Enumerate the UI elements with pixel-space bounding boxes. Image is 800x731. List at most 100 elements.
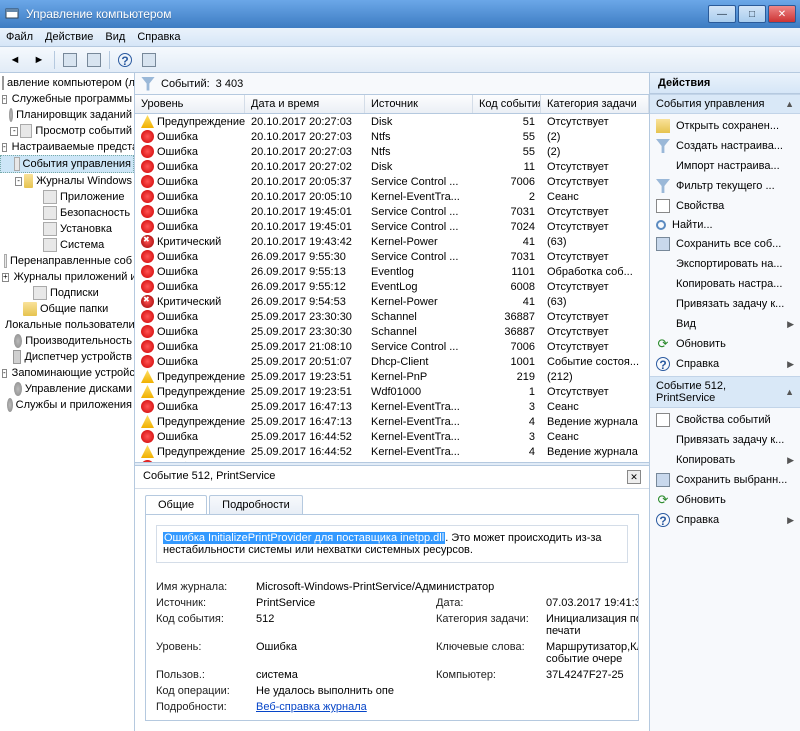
event-row[interactable]: Ошибка20.10.2017 20:27:03Ntfs55(2) (135, 129, 649, 144)
actions-section-2[interactable]: Событие 512, PrintService▲ (650, 376, 800, 408)
event-row[interactable]: Критический26.09.2017 9:54:53Kernel-Powe… (135, 294, 649, 309)
tree-item[interactable]: +Журналы приложений и сл (0, 269, 134, 285)
col-category[interactable]: Категория задачи (541, 95, 649, 113)
action-label: Справка (676, 358, 719, 370)
back-button[interactable]: ◄ (4, 49, 26, 71)
event-row[interactable]: Критический20.10.2017 19:43:42Kernel-Pow… (135, 234, 649, 249)
tree-toggle-icon[interactable]: - (2, 369, 7, 378)
forward-button[interactable]: ► (28, 49, 50, 71)
col-source[interactable]: Источник (365, 95, 473, 113)
menu-action[interactable]: Действие (45, 31, 93, 43)
event-row[interactable]: Ошибка20.10.2017 20:27:02Disk11Отсутству… (135, 159, 649, 174)
action-item[interactable]: Сохранить выбранн... (650, 470, 800, 490)
tool-icon[interactable] (138, 49, 160, 71)
grid-header[interactable]: Уровень Дата и время Источник Код событи… (135, 95, 649, 114)
event-row[interactable]: Ошибка26.09.2017 9:55:12EventLog6008Отсу… (135, 279, 649, 294)
tree-item[interactable]: -Настраиваемые представл (0, 139, 134, 155)
tree-item[interactable]: Управление дисками (0, 381, 134, 397)
tree-item[interactable]: -Запоминающие устройства (0, 365, 134, 381)
navigation-tree[interactable]: авление компьютером (локальн-Служебные п… (0, 73, 135, 731)
action-item[interactable]: ?Справка▶ (650, 354, 800, 374)
tree-toggle-icon[interactable]: + (2, 273, 9, 282)
col-code[interactable]: Код события (473, 95, 541, 113)
event-row[interactable]: Предупреждение20.10.2017 20:27:03Disk51О… (135, 114, 649, 129)
event-row[interactable]: Предупреждение25.09.2017 16:44:52Kernel-… (135, 444, 649, 459)
event-row[interactable]: Ошибка25.09.2017 23:30:30Schannel36887От… (135, 309, 649, 324)
menu-view[interactable]: Вид (105, 31, 125, 43)
menu-help[interactable]: Справка (137, 31, 180, 43)
menu-file[interactable]: Файл (6, 31, 33, 43)
action-item[interactable]: ?Справка▶ (650, 510, 800, 530)
save-icon (656, 237, 670, 251)
tree-item[interactable]: Система (0, 237, 134, 253)
event-row[interactable]: Ошибка26.09.2017 9:55:13Eventlog1101Обра… (135, 264, 649, 279)
refresh-icon: ⟳ (656, 493, 670, 507)
tab-general[interactable]: Общие (145, 495, 207, 514)
event-row[interactable]: Предупреждение25.09.2017 16:47:13Kernel-… (135, 414, 649, 429)
action-item[interactable]: Копировать настра... (650, 274, 800, 294)
actions-section-1[interactable]: События управления▲ (650, 94, 800, 114)
event-row[interactable]: Ошибка20.10.2017 20:05:37Service Control… (135, 174, 649, 189)
action-item[interactable]: Привязать задачу к... (650, 430, 800, 450)
action-item[interactable]: Импорт настраива... (650, 156, 800, 176)
tree-item[interactable]: Установка (0, 221, 134, 237)
event-row[interactable]: Ошибка25.09.2017 23:30:30Schannel36887От… (135, 324, 649, 339)
tool-icon[interactable] (59, 49, 81, 71)
tree-toggle-icon[interactable]: - (2, 143, 7, 152)
event-grid[interactable]: Предупреждение20.10.2017 20:27:03Disk51О… (135, 114, 649, 462)
tree-item[interactable]: Перенаправленные соб (0, 253, 134, 269)
action-item[interactable]: Вид▶ (650, 314, 800, 334)
action-item[interactable]: Свойства событий (650, 410, 800, 430)
tree-item[interactable]: Безопасность (0, 205, 134, 221)
tree-item[interactable]: Общие папки (0, 301, 134, 317)
action-label: Открыть сохранен... (676, 120, 779, 132)
tree-item[interactable]: Диспетчер устройств (0, 349, 134, 365)
maximize-button[interactable]: □ (738, 5, 766, 23)
col-level[interactable]: Уровень (135, 95, 245, 113)
tree-item[interactable]: Производительность (0, 333, 134, 349)
event-row[interactable]: Ошибка20.10.2017 20:27:03Ntfs55(2) (135, 144, 649, 159)
tree-toggle-icon[interactable]: - (10, 127, 18, 136)
event-row[interactable]: Ошибка25.09.2017 16:47:13Kernel-EventTra… (135, 399, 649, 414)
event-row[interactable]: Ошибка20.10.2017 19:45:01Service Control… (135, 204, 649, 219)
tree-toggle-icon[interactable]: - (2, 95, 7, 104)
tree-item[interactable]: авление компьютером (локальн (0, 75, 134, 91)
tree-item[interactable]: Приложение (0, 189, 134, 205)
action-item[interactable]: Копировать▶ (650, 450, 800, 470)
action-item[interactable]: Фильтр текущего ... (650, 176, 800, 196)
action-item[interactable]: Привязать задачу к... (650, 294, 800, 314)
action-item[interactable]: Экспортировать на... (650, 254, 800, 274)
tree-item[interactable]: -Просмотр событий (0, 123, 134, 139)
event-row[interactable]: Предупреждение25.09.2017 19:23:51Kernel-… (135, 369, 649, 384)
tab-details[interactable]: Подробности (209, 495, 303, 514)
tree-item[interactable]: Подписки (0, 285, 134, 301)
tree-item[interactable]: Службы и приложения (0, 397, 134, 413)
event-row[interactable]: Ошибка20.10.2017 20:05:10Kernel-EventTra… (135, 189, 649, 204)
close-button[interactable]: ✕ (768, 5, 796, 23)
tree-item[interactable]: События управления (0, 155, 134, 173)
event-row[interactable]: Ошибка25.09.2017 20:51:07Dhcp-Client1001… (135, 354, 649, 369)
tree-item[interactable]: Планировщик заданий (0, 107, 134, 123)
detail-close-button[interactable]: ✕ (627, 470, 641, 484)
web-help-link[interactable]: Веб-справка журнала (256, 701, 367, 713)
event-row[interactable]: Предупреждение25.09.2017 19:23:51Wdf0100… (135, 384, 649, 399)
action-item[interactable]: Создать настраива... (650, 136, 800, 156)
action-item[interactable]: Свойства (650, 196, 800, 216)
event-row[interactable]: Ошибка26.09.2017 9:55:30Service Control … (135, 249, 649, 264)
minimize-button[interactable]: — (708, 5, 736, 23)
tree-item[interactable]: -Журналы Windows (0, 173, 134, 189)
event-row[interactable]: Ошибка25.09.2017 21:08:10Service Control… (135, 339, 649, 354)
col-date[interactable]: Дата и время (245, 95, 365, 113)
tree-item[interactable]: -Служебные программы (0, 91, 134, 107)
action-item[interactable]: Сохранить все соб... (650, 234, 800, 254)
help-button[interactable]: ? (114, 49, 136, 71)
event-row[interactable]: Ошибка20.10.2017 19:45:01Service Control… (135, 219, 649, 234)
action-item[interactable]: Найти... (650, 216, 800, 234)
tool-icon[interactable] (83, 49, 105, 71)
tree-toggle-icon[interactable]: - (15, 177, 22, 186)
action-item[interactable]: ⟳Обновить (650, 490, 800, 510)
tree-item[interactable]: Локальные пользователи и гр (0, 317, 134, 333)
action-item[interactable]: ⟳Обновить (650, 334, 800, 354)
event-row[interactable]: Ошибка25.09.2017 16:44:52Kernel-EventTra… (135, 429, 649, 444)
action-item[interactable]: Открыть сохранен... (650, 116, 800, 136)
